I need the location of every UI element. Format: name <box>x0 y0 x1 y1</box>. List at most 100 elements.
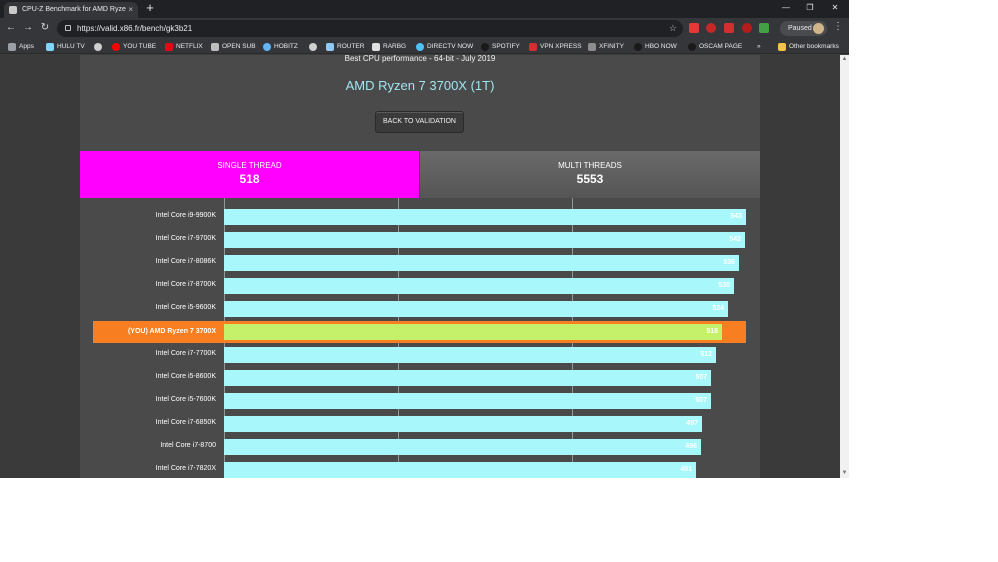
bookmark-hbo[interactable]: HBO NOW <box>634 39 677 54</box>
chart-value-label: 542 <box>729 236 741 243</box>
profile-button[interactable]: Paused <box>780 21 827 36</box>
bookmark-router[interactable]: ROUTER <box>326 39 364 54</box>
page-viewport: Best CPU performance - 64-bit - July 201… <box>0 55 849 478</box>
close-window-button[interactable]: ✕ <box>826 2 844 14</box>
hobitz-icon <box>263 43 271 51</box>
chart-row: Intel Core i7-8700K 530 <box>80 275 760 295</box>
back-arrow-icon[interactable]: ← <box>4 21 18 35</box>
chart-value-label: 536 <box>723 259 735 266</box>
chart-bar: 507 <box>224 393 711 409</box>
new-tab-button[interactable]: + <box>143 1 157 15</box>
bookmark-directv[interactable]: DIRECTV NOW <box>416 39 473 54</box>
bookmark-rarbg[interactable]: RARBG <box>372 39 406 54</box>
chart-category-label: Intel Core i9-9900K <box>155 212 216 219</box>
chart-row: Intel Core i7-9700K 542 <box>80 229 760 249</box>
chart-bar: 518 <box>224 324 722 340</box>
extension-badge-icon[interactable] <box>724 23 734 33</box>
chart-row: Intel Core i7-8700 496 <box>80 436 760 456</box>
extension-red-icon[interactable] <box>689 23 699 33</box>
xfinity-icon <box>588 43 596 51</box>
oscam-icon <box>688 43 696 51</box>
bookmark-spotify[interactable]: SPOTIFY <box>481 39 520 54</box>
forward-arrow-icon[interactable]: → <box>21 21 35 35</box>
directv-icon <box>416 43 424 51</box>
bookmark-opensub[interactable]: OPEN SUB <box>211 39 256 54</box>
scroll-down-icon[interactable]: ▼ <box>840 469 849 478</box>
chart-category-label: Intel Core i7-6850K <box>155 419 216 426</box>
youtube-icon <box>112 43 120 51</box>
extension-record-icon[interactable] <box>706 23 716 33</box>
chart-row: Intel Core i7-7820X 491 <box>80 459 760 478</box>
chart-row: Intel Core i5-7600K 507 <box>80 390 760 410</box>
scroll-up-icon[interactable]: ▲ <box>840 55 849 64</box>
chart-category-label: Intel Core i7-8700K <box>155 281 216 288</box>
bookmark-apps[interactable]: Apps <box>8 39 34 54</box>
bookmark-hobitz[interactable]: HOBITZ <box>263 39 298 54</box>
chart-category-label: Intel Core i5-9600K <box>155 304 216 311</box>
chart-value-label: 518 <box>706 328 718 335</box>
netflix-icon <box>165 43 173 51</box>
bookmark-globe[interactable] <box>94 39 105 54</box>
globe-icon <box>94 43 102 51</box>
tab-single-thread[interactable]: SINGLE THREAD 518 <box>80 151 419 198</box>
chart-category-label: Intel Core i7-7700K <box>155 350 216 357</box>
chart-category-label: Intel Core i5-8600K <box>155 373 216 380</box>
browser-toolbar: ← → ↻ https://valid.x86.fr/bench/gk3b21 … <box>0 18 849 39</box>
bookmark-hulu[interactable]: HULU TV <box>46 39 85 54</box>
bookmarks-overflow-button[interactable]: » <box>757 39 761 54</box>
multi-threads-score: 5553 <box>576 172 604 186</box>
chart-bar: 512 <box>224 347 716 363</box>
chart-value-label: 524 <box>712 305 724 312</box>
browser-window: CPU-Z Benchmark for AMD Ryze × + — ❐ ✕ ←… <box>0 0 849 478</box>
opensub-icon <box>211 43 219 51</box>
single-thread-label: SINGLE THREAD <box>217 161 282 170</box>
chart-bar: 496 <box>224 439 701 455</box>
page-scrollbar[interactable]: ▲ ▼ <box>840 55 849 478</box>
chart-value-label: 543 <box>730 213 742 220</box>
chart-value-label: 512 <box>700 351 712 358</box>
apps-grid-icon <box>8 43 16 51</box>
chart-bar: 536 <box>224 255 739 271</box>
chart-row: Intel Core i5-8600K 507 <box>80 367 760 387</box>
bookmark-vpn[interactable]: VPN XPRESS <box>529 39 582 54</box>
chart-value-label: 530 <box>718 282 730 289</box>
back-to-validation-button[interactable]: BACK TO VALIDATION <box>375 111 464 133</box>
other-bookmarks-button[interactable]: Other bookmarks <box>778 39 839 54</box>
bookmarks-bar: Apps HULU TV YOU TUBE NETFLIX OPEN SUB H… <box>0 39 849 54</box>
tab-close-icon[interactable]: × <box>128 2 133 18</box>
chart-bar: 543 <box>224 209 746 225</box>
single-thread-score: 518 <box>239 172 260 186</box>
cpuz-favicon-icon <box>9 6 17 14</box>
avatar <box>813 23 824 34</box>
address-bar[interactable]: https://valid.x86.fr/bench/gk3b21 ☆ <box>57 20 683 37</box>
chart-category-label: (YOU) AMD Ryzen 7 3700X <box>127 328 216 335</box>
bookmark-globe-2[interactable] <box>309 39 320 54</box>
extension-shield-icon[interactable] <box>742 23 752 33</box>
lock-icon <box>65 25 71 31</box>
minimize-button[interactable]: — <box>777 2 795 14</box>
maximize-button[interactable]: ❐ <box>801 2 819 14</box>
tab-multi-threads[interactable]: MULTI THREADS 5553 <box>419 151 760 198</box>
extension-green-icon[interactable] <box>759 23 769 33</box>
globe-icon <box>309 43 317 51</box>
profile-status: Paused <box>788 25 812 32</box>
bookmark-star-icon[interactable]: ☆ <box>669 20 677 37</box>
chart-bar: 524 <box>224 301 728 317</box>
chart-bar: 530 <box>224 278 734 294</box>
bookmark-oscam[interactable]: OSCAM PAGE <box>688 39 742 54</box>
folder-icon <box>778 43 786 51</box>
performance-subtitle: Best CPU performance - 64-bit - July 201… <box>344 55 496 63</box>
chart-category-label: Intel Core i7-9700K <box>155 235 216 242</box>
chart-value-label: 491 <box>680 466 692 473</box>
bookmark-youtube[interactable]: YOU TUBE <box>112 39 156 54</box>
reload-icon[interactable]: ↻ <box>38 21 52 35</box>
bookmark-netflix[interactable]: NETFLIX <box>165 39 203 54</box>
benchmark-panel: Best CPU performance - 64-bit - July 201… <box>80 55 760 478</box>
browser-tab[interactable]: CPU-Z Benchmark for AMD Ryze × <box>4 2 138 18</box>
url-text: https://valid.x86.fr/bench/gk3b21 <box>77 24 193 33</box>
hulu-icon <box>46 43 54 51</box>
bookmark-xfinity[interactable]: XFINITY <box>588 39 624 54</box>
chart-category-label: Intel Core i7-7820X <box>155 465 216 472</box>
menu-icon[interactable]: ⋮ <box>833 21 843 32</box>
chart-value-label: 497 <box>686 420 698 427</box>
